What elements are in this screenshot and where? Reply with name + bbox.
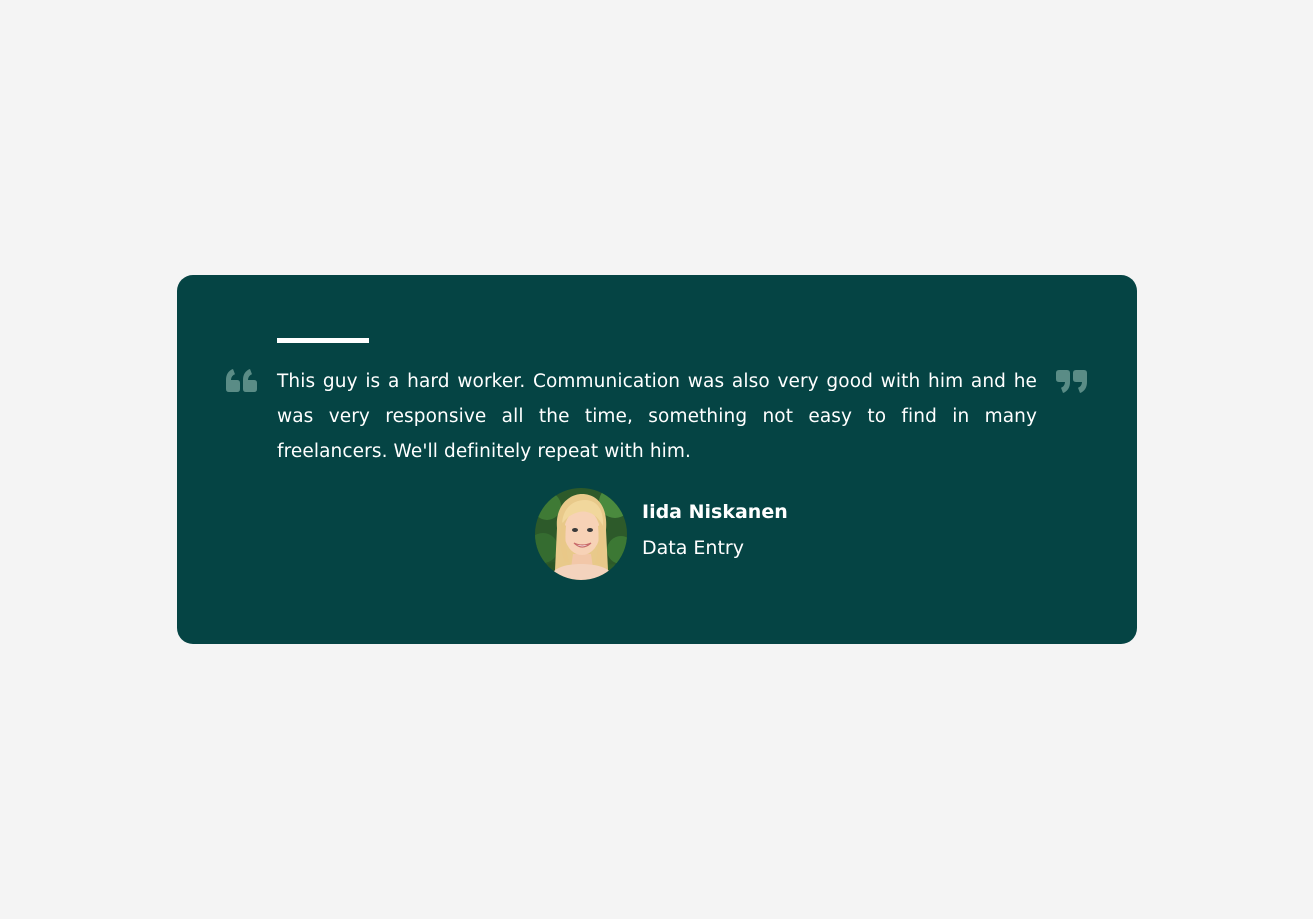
author-name: Iida Niskanen <box>642 501 788 523</box>
testimonial-card: This guy is a hard worker. Communication… <box>177 275 1137 644</box>
avatar <box>535 488 627 580</box>
author-block: Iida Niskanen Data Entry <box>535 488 788 580</box>
quote-open-icon <box>226 369 258 393</box>
testimonial-quote: This guy is a hard worker. Communication… <box>277 371 1037 462</box>
quote-close-icon <box>1055 369 1087 393</box>
author-role: Data Entry <box>642 537 744 559</box>
accent-bar <box>277 338 369 343</box>
